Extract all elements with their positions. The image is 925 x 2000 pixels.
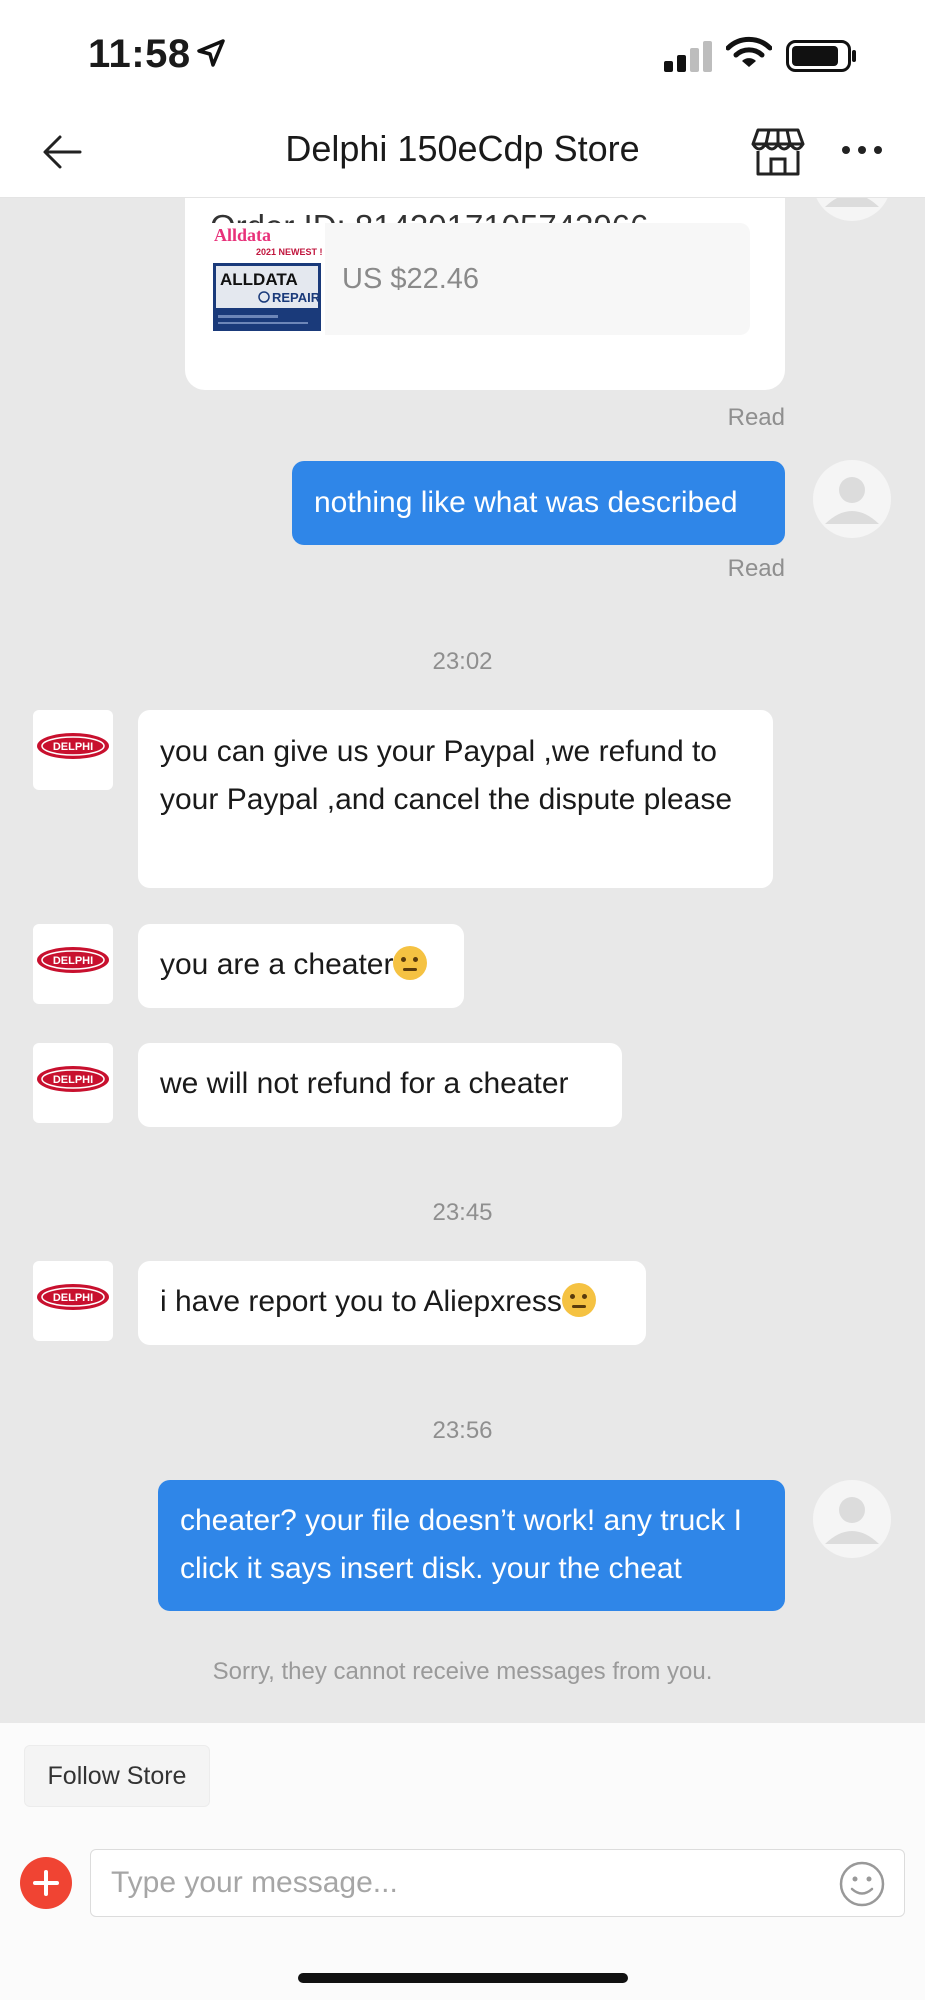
store-avatar[interactable]: DELPHI — [33, 924, 113, 1004]
wifi-icon — [726, 36, 772, 67]
storefront-icon[interactable] — [750, 124, 806, 180]
product-image-tag: 2021 NEWEST ! — [256, 247, 323, 257]
follow-store-button[interactable]: Follow Store — [24, 1745, 210, 1807]
store-avatar[interactable]: DELPHI — [33, 710, 113, 790]
thinking-face-emoji-icon — [393, 946, 428, 980]
outgoing-message[interactable]: nothing like what was described — [292, 461, 785, 545]
message-input-row — [0, 1833, 925, 1933]
chat-area[interactable]: Order ID: 8142017105743966 Alldata 2021 … — [0, 198, 925, 1723]
chat-header: Delphi 150eCdp Store — [0, 110, 925, 198]
message-timestamp: 23:45 — [432, 1199, 493, 1226]
cellular-signal-icon — [664, 40, 714, 72]
product-image-sub: REPAIR — [272, 290, 321, 305]
product-image-brand: ALLDATA — [220, 270, 298, 289]
blocked-notice: Sorry, they cannot receive messages from… — [212, 1658, 713, 1685]
product-image-title: Alldata — [214, 225, 271, 245]
order-item[interactable]: Alldata 2021 NEWEST ! ALLDATA REPAIR US … — [210, 223, 750, 335]
delphi-logo-text: DELPHI — [53, 1292, 93, 1304]
product-image: Alldata 2021 NEWEST ! ALLDATA REPAIR — [210, 223, 325, 335]
user-avatar — [813, 460, 891, 538]
incoming-message[interactable]: you can give us your Paypal ,we refund t… — [138, 710, 773, 888]
message-text: i have report you to Aliepxress — [160, 1285, 562, 1318]
message-input[interactable] — [90, 1849, 905, 1917]
plus-circle-icon[interactable] — [20, 1857, 72, 1909]
incoming-message[interactable]: we will not refund for a cheater — [138, 1043, 622, 1127]
order-price: US $22.46 — [342, 263, 480, 295]
incoming-message[interactable]: you are a cheater — [138, 924, 464, 1008]
delphi-logo-text: DELPHI — [53, 741, 93, 753]
thinking-face-emoji-icon — [561, 1283, 596, 1317]
battery-icon — [786, 40, 856, 72]
store-avatar[interactable]: DELPHI — [33, 1043, 113, 1123]
smiley-icon[interactable] — [838, 1860, 886, 1908]
message-text: you are a cheater — [160, 948, 394, 981]
store-avatar[interactable]: DELPHI — [33, 1261, 113, 1341]
location-arrow-icon — [197, 39, 225, 67]
status-bar: 11:58 — [0, 0, 925, 110]
message-timestamp: 23:02 — [432, 648, 493, 675]
read-receipt: Read — [727, 555, 785, 582]
ellipsis-icon[interactable] — [840, 138, 884, 162]
message-timestamp: 23:56 — [432, 1417, 493, 1444]
status-time: 11:58 — [88, 32, 191, 76]
read-receipt: Read — [727, 404, 785, 431]
order-card[interactable]: Order ID: 8142017105743966 Alldata 2021 … — [185, 198, 785, 390]
outgoing-message[interactable]: cheater? your file doesn’t work! any tru… — [158, 1480, 785, 1611]
delphi-logo-text: DELPHI — [53, 1074, 93, 1086]
home-indicator — [298, 1973, 628, 1983]
user-avatar — [813, 1480, 891, 1558]
user-avatar — [813, 198, 891, 221]
delphi-logo-text: DELPHI — [53, 955, 93, 967]
incoming-message[interactable]: i have report you to Aliepxress — [138, 1261, 646, 1345]
composer-area: Follow Store — [0, 1723, 925, 2000]
